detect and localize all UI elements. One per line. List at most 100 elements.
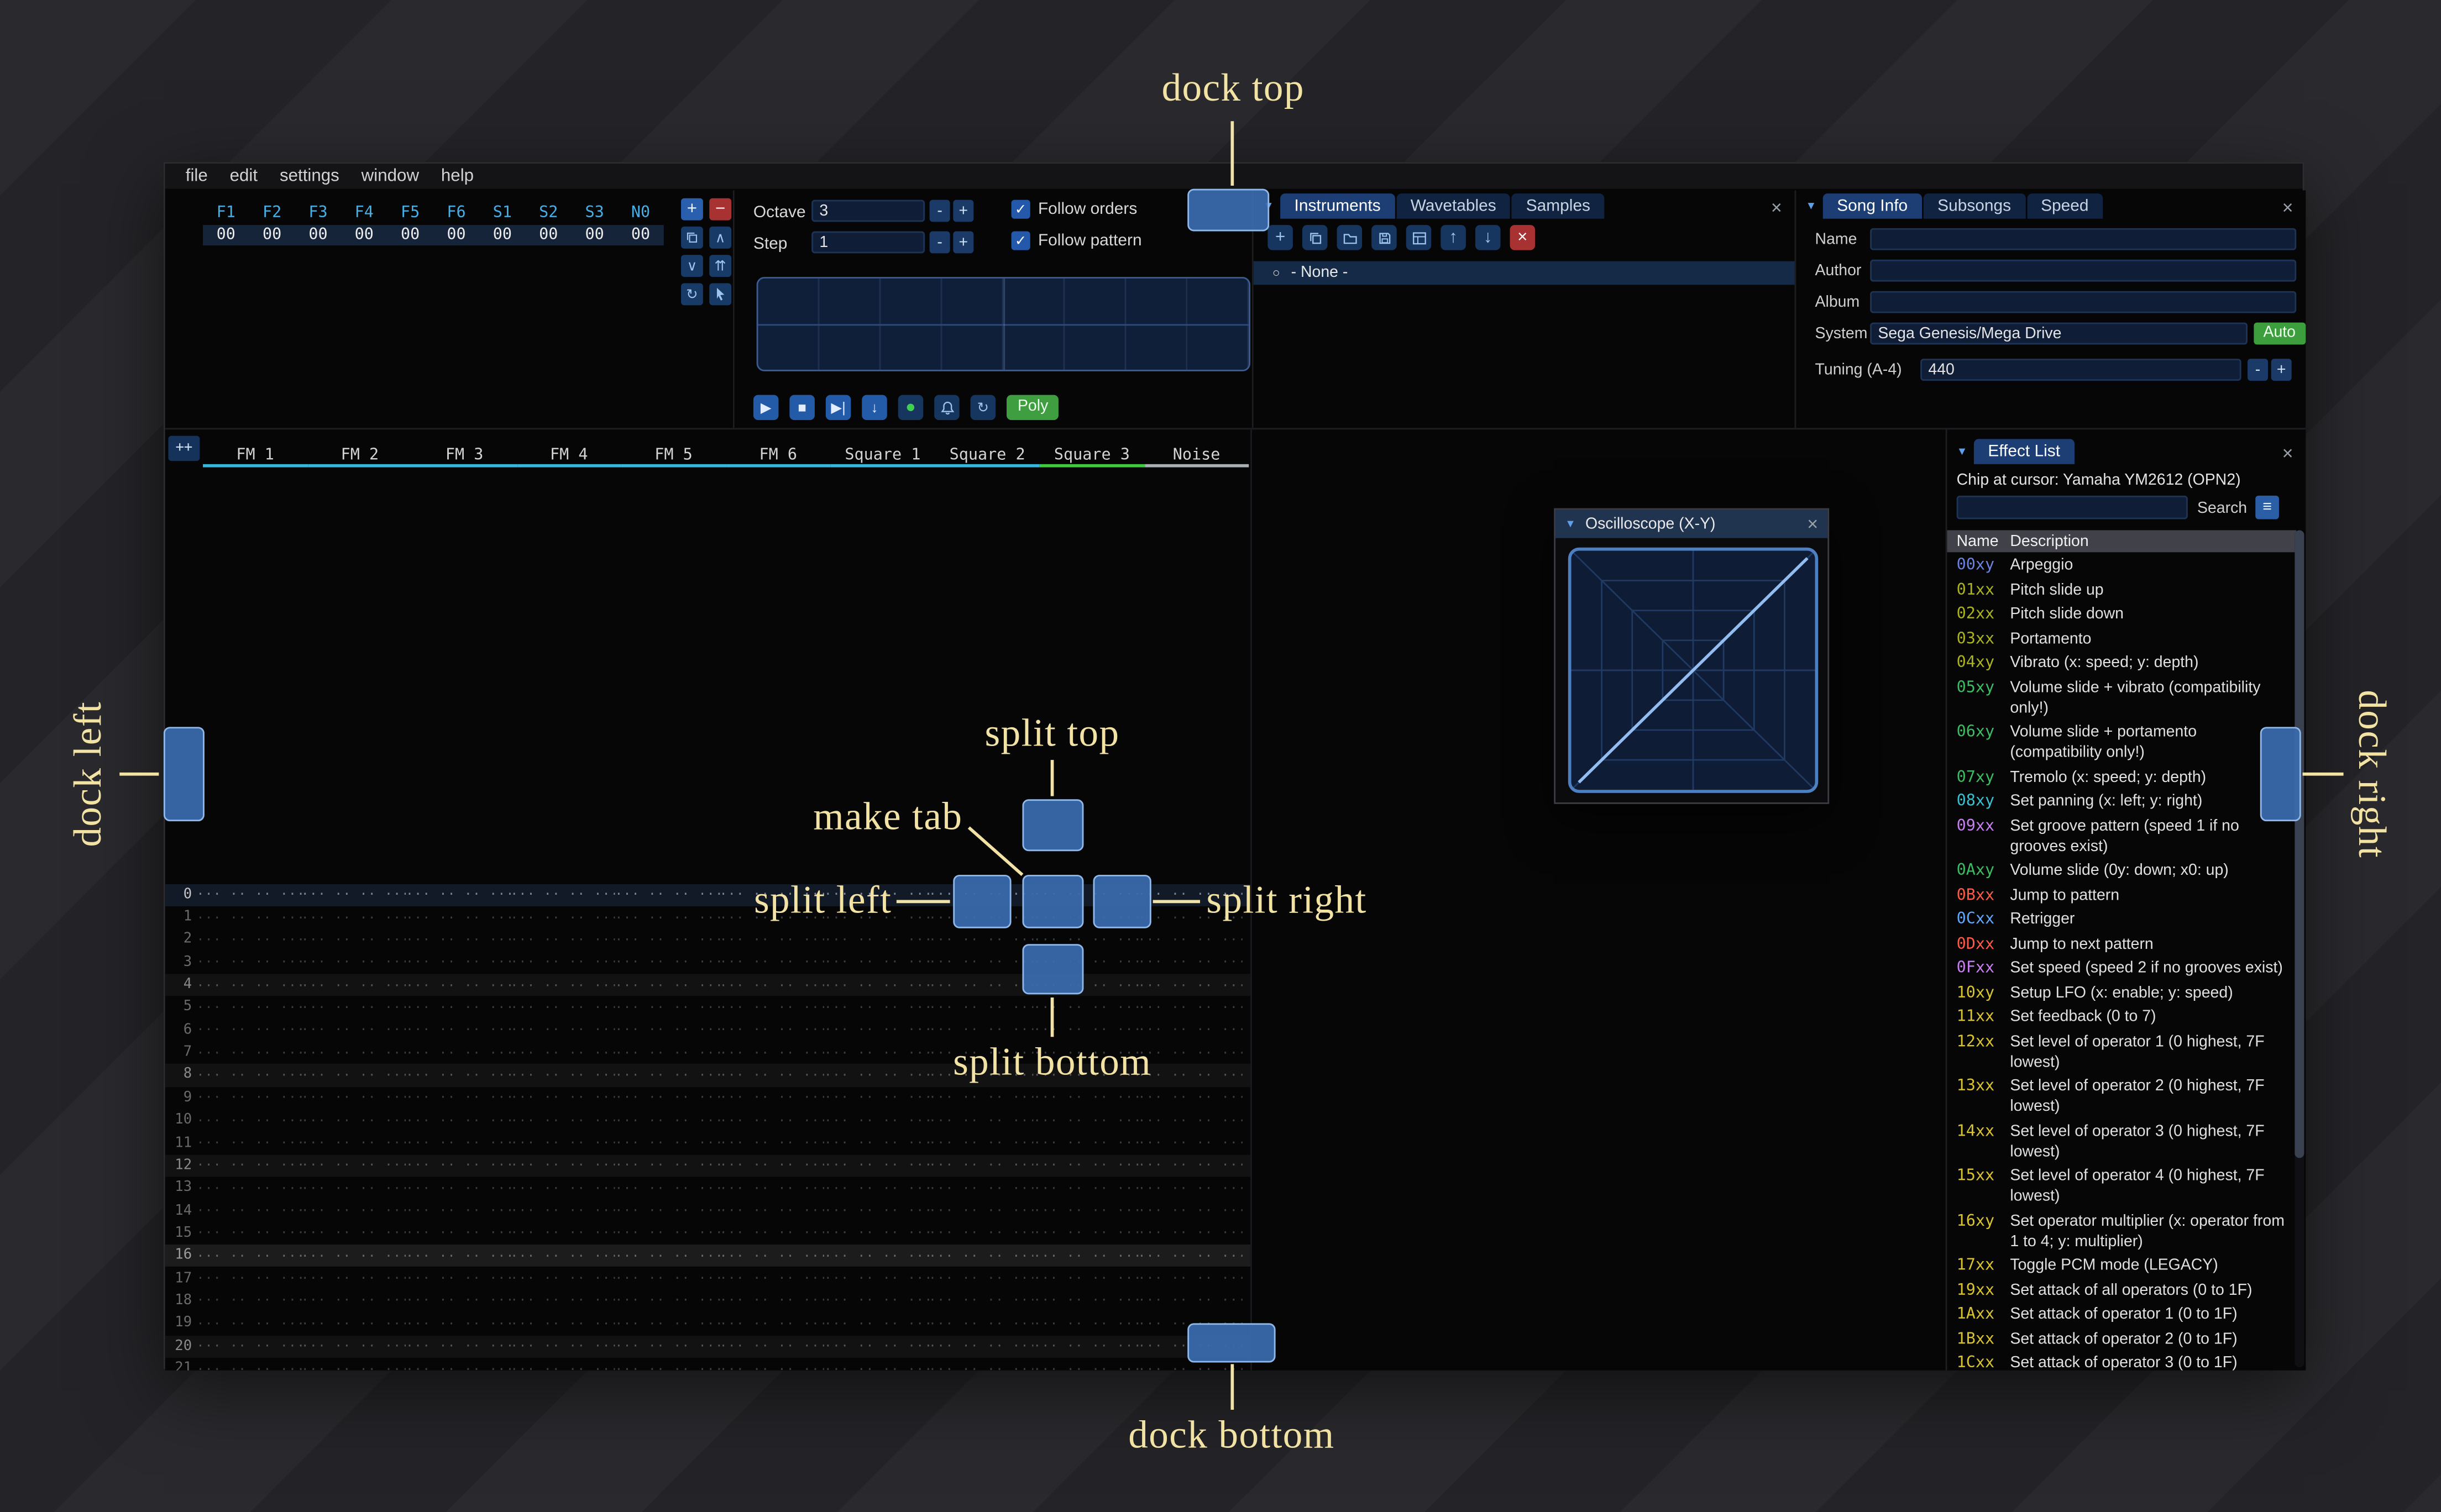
channel-header-fm-2[interactable]: FM 2 [307, 439, 412, 468]
pattern-row[interactable]: 14 ··· ·· ·· ··· ··· ·· ·· ··· ··· ·· ·· ··… [165, 1200, 1250, 1222]
octave-increase-button[interactable]: + [953, 200, 974, 222]
octave-decrease-button[interactable]: - [929, 200, 950, 222]
pattern-cell[interactable]: ··· ·· ·· ··· [615, 1362, 720, 1371]
pattern-cell[interactable]: ··· ·· ·· ··· [615, 1046, 720, 1060]
pattern-cell[interactable]: ··· ·· ·· ··· [1033, 1226, 1138, 1241]
instruments-close-button[interactable]: × [1771, 198, 1782, 217]
channel-header-square-3[interactable]: Square 3 [1039, 439, 1144, 468]
pattern-cell[interactable]: ··· ·· ·· ··· [720, 1000, 824, 1015]
pattern-cell[interactable]: ··· ·· ·· ··· [197, 1272, 301, 1286]
move-instrument-up-button[interactable]: ↑ [1440, 225, 1466, 250]
pattern-cell[interactable]: ··· ·· ·· ··· [720, 1226, 824, 1241]
pattern-expand-button[interactable]: ++ [168, 435, 200, 461]
pattern-cell[interactable]: ··· ·· ·· ··· [1138, 1136, 1243, 1151]
tab-samples[interactable]: Samples [1512, 193, 1605, 219]
pattern-cell[interactable]: ··· ·· ·· ··· [301, 1181, 406, 1195]
instrument-list-item[interactable]: ○ - None - [1253, 261, 1795, 285]
dock-target-left[interactable] [163, 727, 205, 822]
pattern-cell[interactable]: ··· ·· ·· ··· [301, 956, 406, 970]
pattern-row[interactable]: 21 ··· ·· ·· ··· ··· ·· ·· ··· ··· ·· ·· ··… [165, 1358, 1250, 1371]
pattern-cell[interactable]: ··· ·· ·· ··· [824, 1181, 929, 1195]
pattern-cell[interactable]: ··· ·· ·· ··· [510, 888, 615, 902]
pattern-cell[interactable]: ··· ·· ·· ··· [510, 1204, 615, 1218]
pattern-cell[interactable]: ··· ·· ·· ··· [1033, 1158, 1138, 1173]
effect-entry[interactable]: 0Bxx Jump to pattern [1957, 885, 2287, 905]
pattern-cell[interactable]: ··· ·· ·· ··· [197, 978, 301, 993]
pattern-cell[interactable]: ··· ·· ·· ··· [197, 1362, 301, 1371]
tab-song-info[interactable]: Song Info [1822, 193, 1922, 219]
tab-speed[interactable]: Speed [2026, 193, 2103, 219]
step-input[interactable] [811, 231, 925, 254]
pattern-cell[interactable]: ··· ·· ·· ··· [824, 1114, 929, 1128]
pattern-cell[interactable]: ··· ·· ·· ··· [824, 1294, 929, 1309]
pattern-cell[interactable]: ··· ·· ·· ··· [406, 1362, 510, 1371]
pattern-cell[interactable]: ··· ·· ·· ··· [510, 910, 615, 925]
pattern-cell[interactable]: ··· ·· ·· ··· [301, 1316, 406, 1331]
pattern-cell[interactable]: ··· ·· ·· ··· [720, 1339, 824, 1353]
pattern-cell[interactable]: ··· ·· ·· ··· [824, 1249, 929, 1263]
tuning-increase-button[interactable]: + [2271, 359, 2292, 381]
song-album-input[interactable] [1870, 291, 2297, 313]
pattern-cell[interactable]: ··· ·· ·· ··· [615, 1226, 720, 1241]
order-value-cell[interactable]: 00 [617, 225, 663, 245]
pattern-cell[interactable]: ··· ·· ·· ··· [301, 1046, 406, 1060]
pattern-cell[interactable]: ··· ·· ·· ··· [510, 956, 615, 970]
pattern-cell[interactable]: ··· ·· ·· ··· [720, 978, 824, 993]
order-value-cell[interactable]: 00 [295, 225, 341, 245]
effect-entry[interactable]: 0Axy Volume slide (0y: down; x0: up) [1957, 860, 2287, 881]
menu-item-file[interactable]: file [175, 163, 219, 190]
pattern-cell[interactable]: ··· ·· ·· ··· [824, 1091, 929, 1105]
pattern-cell[interactable]: ··· ·· ·· ··· [301, 933, 406, 947]
pattern-cell[interactable]: ··· ·· ·· ··· [301, 1068, 406, 1083]
scrollbar-thumb[interactable] [2295, 530, 2304, 1158]
collapse-arrow-icon[interactable]: ▼ [1565, 518, 1576, 529]
pattern-cell[interactable]: ··· ·· ·· ··· [824, 1068, 929, 1083]
pattern-row[interactable]: 20 ··· ·· ·· ··· ··· ·· ·· ··· ··· ·· ·· ··… [165, 1335, 1251, 1358]
effect-entry[interactable]: 0Cxx Retrigger [1957, 910, 2287, 930]
tab-instruments[interactable]: Instruments [1280, 193, 1395, 219]
pattern-cell[interactable]: ··· ·· ·· ··· [1033, 1316, 1138, 1331]
pattern-row[interactable]: 9 ··· ·· ·· ··· ··· ·· ·· ··· ··· ·· ·· ···… [165, 1086, 1250, 1109]
channel-header-fm-5[interactable]: FM 5 [621, 439, 726, 468]
instrument-organize-button[interactable] [1406, 225, 1432, 250]
pattern-cell[interactable]: ··· ·· ·· ··· [615, 956, 720, 970]
poly-toggle-button[interactable]: Poly [1007, 395, 1060, 421]
pattern-cell[interactable]: ··· ·· ·· ··· [929, 956, 1033, 970]
pattern-cell[interactable]: ··· ·· ·· ··· [510, 1046, 615, 1060]
oscilloscope-titlebar[interactable]: ▼ Oscilloscope (X-Y) × [1555, 510, 1828, 538]
menu-item-window[interactable]: window [350, 163, 430, 190]
pattern-cell[interactable]: ··· ·· ·· ··· [824, 1204, 929, 1218]
pattern-cell[interactable]: ··· ·· ·· ··· [929, 1023, 1033, 1037]
tab-subsongs[interactable]: Subsongs [1923, 193, 2025, 219]
pattern-cell[interactable]: ··· ·· ·· ··· [406, 1204, 510, 1218]
pattern-cell[interactable]: ··· ·· ·· ··· [1138, 888, 1243, 902]
delete-instrument-button[interactable]: × [1510, 225, 1536, 250]
pattern-cell[interactable]: ··· ·· ·· ··· [720, 1114, 824, 1128]
pattern-cell[interactable]: ··· ·· ·· ··· [615, 1272, 720, 1286]
song-author-input[interactable] [1870, 259, 2297, 282]
pattern-cell[interactable]: ··· ·· ·· ··· [1138, 1068, 1243, 1083]
pattern-cell[interactable]: ··· ·· ·· ··· [301, 1339, 406, 1353]
pattern-row[interactable]: 7 ··· ·· ·· ··· ··· ·· ·· ··· ··· ·· ·· ···… [165, 1042, 1250, 1064]
split-target-left[interactable] [953, 874, 1012, 928]
remove-order-button[interactable]: − [709, 198, 732, 221]
metronome-button[interactable] [934, 395, 960, 421]
pattern-cell[interactable]: ··· ·· ·· ··· [1033, 1272, 1138, 1286]
tab-effect-list[interactable]: Effect List [1973, 439, 2075, 464]
pattern-cell[interactable]: ··· ·· ·· ··· [929, 1046, 1033, 1060]
order-value-cell[interactable]: 00 [479, 225, 525, 245]
pattern-cell[interactable]: ··· ·· ·· ··· [929, 978, 1033, 993]
pattern-cell[interactable]: ··· ·· ·· ··· [615, 1091, 720, 1105]
effect-entry[interactable]: 06xy Volume slide + portamento (compatibi… [1957, 722, 2287, 763]
pattern-cell[interactable]: ··· ·· ·· ··· [824, 1339, 929, 1353]
pattern-cell[interactable]: ··· ·· ·· ··· [824, 1226, 929, 1241]
effect-entry[interactable]: 17xx Toggle PCM mode (LEGACY) [1957, 1256, 2287, 1276]
pattern-cell[interactable]: ··· ·· ·· ··· [720, 1362, 824, 1371]
pattern-cell[interactable]: ··· ·· ·· ··· [615, 1181, 720, 1195]
pattern-cell[interactable]: ··· ·· ·· ··· [720, 1181, 824, 1195]
pattern-cell[interactable]: ··· ·· ·· ··· [301, 978, 406, 993]
pattern-cell[interactable]: ··· ·· ·· ··· [197, 1294, 301, 1309]
pattern-cell[interactable]: ··· ·· ·· ··· [510, 978, 615, 993]
pattern-cell[interactable]: ··· ·· ·· ··· [615, 1114, 720, 1128]
duplicate-instrument-button[interactable] [1302, 225, 1328, 250]
